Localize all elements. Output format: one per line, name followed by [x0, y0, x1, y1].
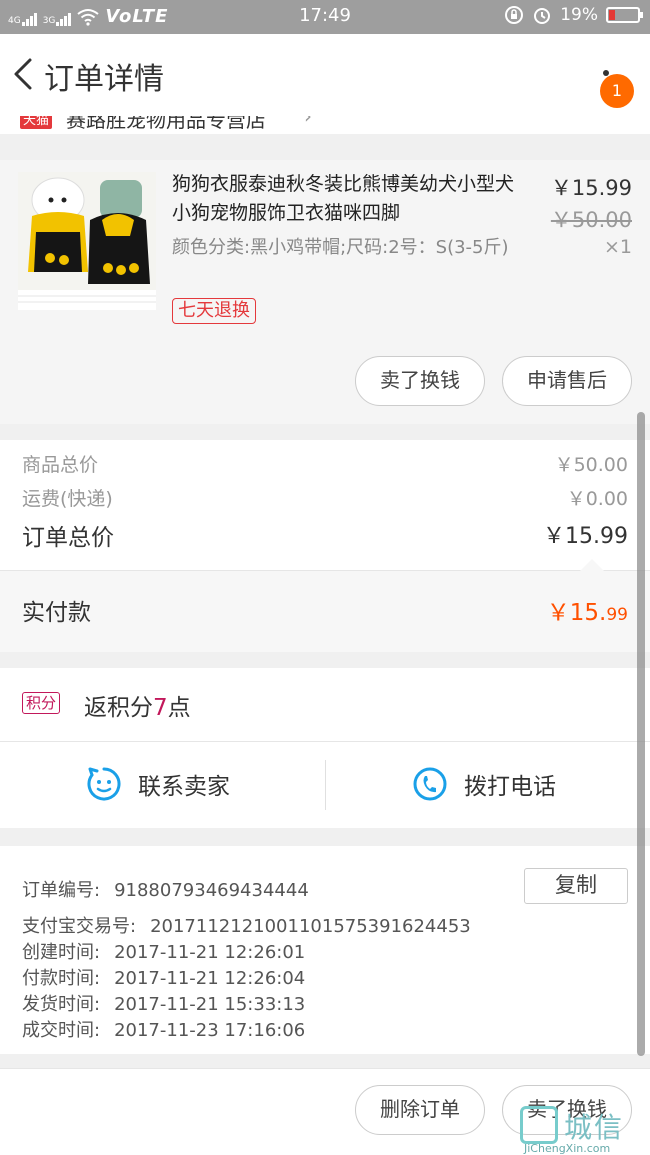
divider	[325, 760, 326, 810]
call-phone-button[interactable]: 拨打电话	[412, 762, 556, 806]
order-total-label: 订单总价	[22, 525, 114, 551]
contact-seller-button[interactable]: 联系卖家	[86, 762, 230, 806]
created-time-key: 创建时间:	[22, 942, 101, 963]
scrollbar[interactable]	[637, 412, 645, 1056]
app-header: 订单详情 1	[0, 34, 650, 116]
paid-value: ￥15.99	[547, 593, 628, 627]
product-price: ￥15.99	[550, 176, 632, 200]
shipped-time-row: 发货时间: 2017-11-21 15:33:13	[22, 990, 305, 1016]
product-sku: 颜色分类:黑小鸡带帽;尺码:2号：S(3-5斤)	[172, 237, 509, 258]
order-total-value: ￥15.99	[543, 524, 628, 549]
battery-icon	[606, 7, 643, 23]
shipping-value: ￥0.00	[566, 488, 628, 510]
product-original-price: ￥50.00	[550, 208, 632, 232]
points-text: 返积分7点	[84, 688, 191, 722]
order-info: 订单编号: 91880793469434444 复制 支付宝交易号: 2017112…	[0, 846, 650, 1054]
points-suffix: 点	[167, 695, 191, 721]
goods-total-value: ￥50.00	[554, 454, 628, 476]
completed-time-key: 成交时间:	[22, 1020, 101, 1041]
paid-time-key: 付款时间:	[22, 968, 101, 989]
chevron-right-icon: ›	[304, 116, 312, 128]
product-title[interactable]: 狗狗衣服泰迪秋冬装比熊博美幼犬小型犬小狗宠物服饰卫衣猫咪四脚	[172, 170, 532, 228]
page-title: 订单详情	[44, 62, 164, 97]
product-item[interactable]: 狗狗衣服泰迪秋冬装比熊博美幼犬小型犬小狗宠物服饰卫衣猫咪四脚 颜色分类:黑小鸡带…	[0, 160, 650, 424]
battery-percent: 19%	[560, 5, 598, 25]
points-tag: 积分	[22, 692, 61, 714]
paid-value-cents: 99	[606, 605, 628, 625]
tmall-badge: 天猫	[20, 116, 53, 129]
watermark-box-icon	[520, 1106, 558, 1144]
completed-time-row: 成交时间: 2017-11-23 17:16:06	[22, 1016, 305, 1042]
alipay-trade-key: 支付宝交易号:	[22, 916, 137, 937]
back-arrow-icon[interactable]	[8, 54, 42, 94]
paid-value-main: ￥15.	[546, 600, 607, 626]
alarm-icon	[534, 8, 551, 24]
shop-name: 赛路胜宠物用品专营店	[66, 116, 266, 132]
completed-time-value: 2017-11-23 17:16:06	[114, 1020, 306, 1041]
created-time-row: 创建时间: 2017-11-21 12:26:01	[22, 938, 305, 964]
points-prefix: 返积分	[84, 695, 153, 721]
shipping-label: 运费(快递)	[22, 488, 113, 510]
aftersale-button[interactable]: 申请售后	[502, 356, 632, 406]
price-summary: 商品总价 ￥50.00 运费(快递) ￥0.00 订单总价 ￥15.99	[0, 440, 650, 570]
contact-row: 联系卖家 拨打电话	[0, 742, 650, 828]
pointer-notch	[580, 559, 604, 571]
phone-icon	[413, 767, 447, 801]
dog-hoodie-image	[18, 172, 156, 310]
watermark-domain: JiChengXin.com	[524, 1142, 611, 1155]
sell-button[interactable]: 卖了换钱	[355, 356, 485, 406]
chat-face-icon	[87, 767, 121, 801]
paid-time-row: 付款时间: 2017-11-21 12:26:04	[22, 964, 305, 990]
notification-badge: 1	[600, 74, 634, 108]
watermark-logo: 城信 JiChengXin.com	[520, 1106, 646, 1155]
shipped-time-key: 发货时间:	[22, 994, 101, 1015]
alipay-trade-value: 2017112121001101575391624453	[150, 916, 471, 937]
status-bar: 4G 3G VoLTE 17:49 19%	[0, 0, 650, 34]
paid-amount-row: 实付款 ￥15.99	[0, 559, 650, 652]
goods-total-label: 商品总价	[22, 454, 99, 476]
order-number-value: 91880793469434444	[114, 880, 309, 901]
alipay-trade-row: 支付宝交易号: 2017112121001101575391624453	[22, 912, 471, 938]
shipped-time-value: 2017-11-21 15:33:13	[114, 994, 306, 1015]
points-row: 积分 返积分7点	[0, 668, 650, 742]
paid-time-value: 2017-11-21 12:26:04	[114, 968, 306, 989]
shop-row[interactable]: 天猫 赛路胜宠物用品专营店 ›	[0, 116, 650, 134]
created-time-value: 2017-11-21 12:26:01	[114, 942, 306, 963]
return-policy-tag: 七天退换	[172, 298, 256, 324]
call-phone-label: 拨打电话	[464, 774, 556, 800]
rotation-lock-icon	[505, 6, 524, 24]
order-number-key: 订单编号:	[22, 880, 101, 901]
copy-button[interactable]: 复制	[524, 868, 628, 904]
product-quantity: ×1	[603, 236, 632, 258]
contact-seller-label: 联系卖家	[138, 774, 230, 800]
product-image[interactable]	[18, 172, 156, 310]
watermark-chinese: 城信	[564, 1111, 625, 1144]
points-amount: 7	[153, 695, 168, 721]
order-number-row: 订单编号: 91880793469434444	[22, 876, 309, 902]
delete-order-button[interactable]: 删除订单	[355, 1085, 485, 1135]
paid-label: 实付款	[22, 600, 91, 626]
